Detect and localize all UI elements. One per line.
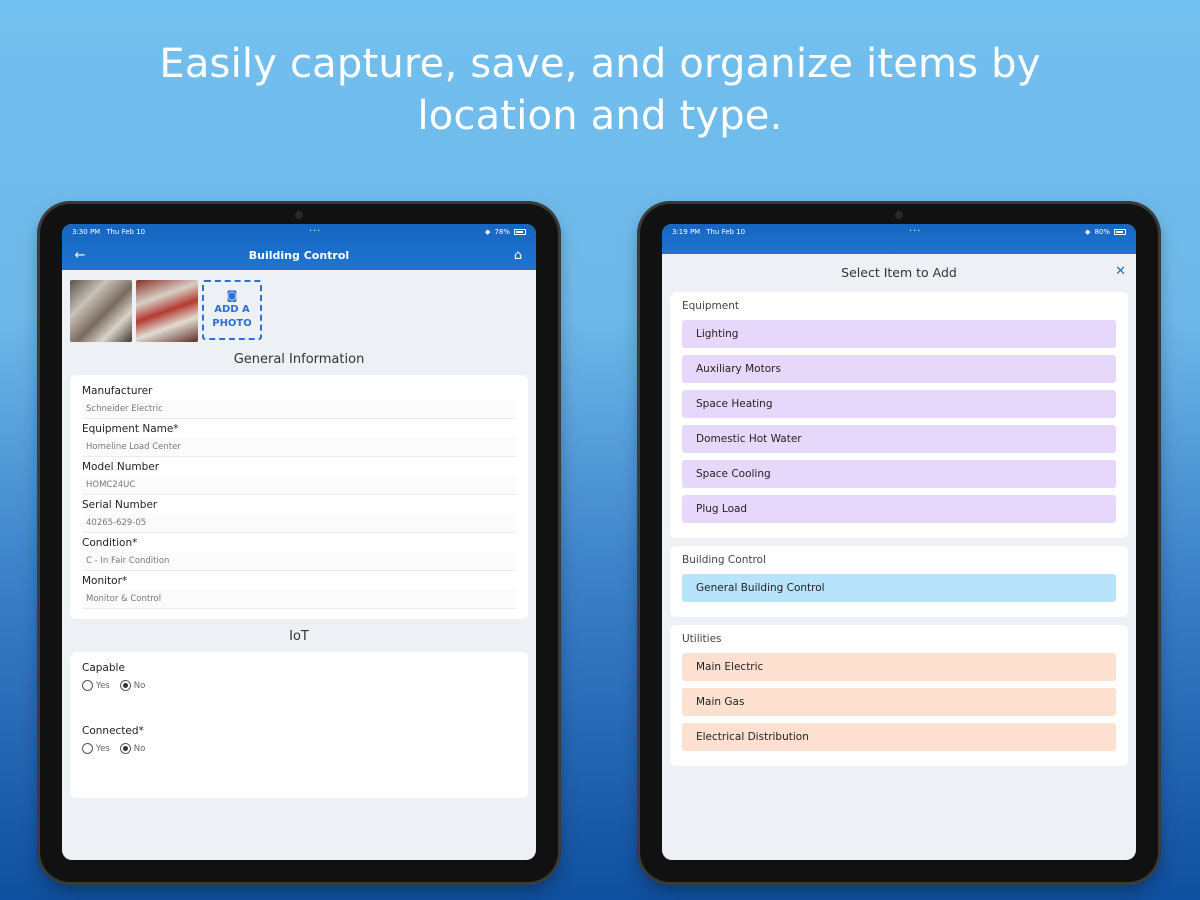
field-label: Monitor* xyxy=(82,575,128,587)
add-photo-line-1: ADD A xyxy=(214,304,250,315)
serial-number-input[interactable]: 40265-629-05 xyxy=(82,514,516,533)
headline-line-2: location and type. xyxy=(417,93,783,139)
top-bar: 3:30 PM Thu Feb 10 ··· ◆ 78% ← Building … xyxy=(62,224,536,270)
item-space-heating[interactable]: Space Heating xyxy=(682,390,1116,418)
battery-percent: 78% xyxy=(494,228,510,236)
radio-label: Yes xyxy=(96,680,110,691)
camera-dot xyxy=(295,211,303,219)
field-label: Manufacturer xyxy=(82,385,153,397)
modal-header: Select Item to Add ✕ xyxy=(662,254,1136,290)
screen-select-item: 3:19 PM Thu Feb 10 ··· ◆ 80% Select Item… xyxy=(662,224,1136,860)
arrow-left-icon[interactable]: ← xyxy=(72,248,88,263)
connected-no-radio[interactable]: No xyxy=(119,743,146,754)
battery-icon xyxy=(514,229,526,235)
photo-thumbnail[interactable] xyxy=(136,280,198,342)
group-title: Equipment xyxy=(682,300,739,312)
nav-bar: ← Building Control ⌂ xyxy=(62,240,536,270)
camera-icon: ◙ xyxy=(226,289,238,302)
multitask-dots-icon[interactable]: ··· xyxy=(909,227,922,237)
add-photo-line-2: PHOTO xyxy=(212,318,252,329)
headline: Easily capture, save, and organize items… xyxy=(0,38,1200,142)
item-general-building-control[interactable]: General Building Control xyxy=(682,574,1116,602)
item-lighting[interactable]: Lighting xyxy=(682,320,1116,348)
field-label: Serial Number xyxy=(82,499,158,511)
wifi-icon: ◆ xyxy=(485,228,491,236)
radio-label: No xyxy=(133,743,146,754)
general-information-title: General Information xyxy=(233,352,365,367)
item-main-electric[interactable]: Main Electric xyxy=(682,653,1116,681)
connected-yes-radio[interactable]: Yes xyxy=(82,743,110,754)
battery-icon xyxy=(1114,229,1126,235)
equipment-name-input[interactable]: Homeline Load Center xyxy=(82,438,516,457)
headline-line-1: Easily capture, save, and organize items… xyxy=(159,41,1041,87)
group-building-control: Building Control General Building Contro… xyxy=(670,546,1128,617)
status-time: 3:30 PM xyxy=(72,228,101,236)
nav-title: Building Control xyxy=(248,248,350,262)
monitor-select[interactable]: Monitor & Control xyxy=(82,590,516,609)
multitask-dots-icon[interactable]: ··· xyxy=(309,227,322,237)
capable-label: Capable xyxy=(82,662,125,674)
status-time: 3:19 PM xyxy=(672,228,701,236)
group-equipment: Equipment Lighting Auxiliary Motors Spac… xyxy=(670,292,1128,538)
field-label: Model Number xyxy=(82,461,160,473)
capable-radio-group: Yes No xyxy=(82,680,516,691)
item-electrical-distribution[interactable]: Electrical Distribution xyxy=(682,723,1116,751)
group-utilities: Utilities Main Electric Main Gas Electri… xyxy=(670,625,1128,766)
field-label: Condition* xyxy=(82,537,138,549)
field-equipment-name: Equipment Name* Homeline Load Center xyxy=(82,423,516,457)
modal-title: Select Item to Add xyxy=(841,264,957,280)
capable-no-radio[interactable]: No xyxy=(119,680,146,691)
field-monitor: Monitor* Monitor & Control xyxy=(82,575,516,609)
close-icon[interactable]: ✕ xyxy=(1115,264,1126,279)
radio-label: No xyxy=(133,680,146,691)
connected-radio-group: Yes No xyxy=(82,743,516,754)
screen-building-control: 3:30 PM Thu Feb 10 ··· ◆ 78% ← Building … xyxy=(62,224,536,860)
battery-percent: 80% xyxy=(1094,228,1110,236)
item-space-cooling[interactable]: Space Cooling xyxy=(682,460,1116,488)
status-date: Thu Feb 10 xyxy=(106,228,146,236)
item-domestic-hot-water[interactable]: Domestic Hot Water xyxy=(682,425,1116,453)
field-model-number: Model Number HOMC24UC xyxy=(82,461,516,495)
manufacturer-input[interactable]: Schneider Electric xyxy=(82,400,516,419)
model-number-input[interactable]: HOMC24UC xyxy=(82,476,516,495)
iot-card: Capable Yes No Connected* Yes No xyxy=(70,652,528,798)
status-bar: 3:19 PM Thu Feb 10 ··· ◆ 80% xyxy=(662,224,1136,240)
field-condition: Condition* C - In Fair Condition xyxy=(82,537,516,571)
item-plug-load[interactable]: Plug Load xyxy=(682,495,1116,523)
field-serial-number: Serial Number 40265-629-05 xyxy=(82,499,516,533)
field-manufacturer: Manufacturer Schneider Electric xyxy=(82,385,516,419)
add-photo-button[interactable]: ◙ ADD A PHOTO xyxy=(202,280,262,340)
photo-strip: ◙ ADD A PHOTO xyxy=(62,270,536,342)
tablet-left: 3:30 PM Thu Feb 10 ··· ◆ 78% ← Building … xyxy=(40,204,558,882)
top-bar: 3:19 PM Thu Feb 10 ··· ◆ 80% xyxy=(662,224,1136,254)
connected-label: Connected* xyxy=(82,725,144,737)
status-bar: 3:30 PM Thu Feb 10 ··· ◆ 78% xyxy=(62,224,536,240)
item-main-gas[interactable]: Main Gas xyxy=(682,688,1116,716)
wifi-icon: ◆ xyxy=(1085,228,1091,236)
field-label: Equipment Name* xyxy=(82,423,179,435)
status-date: Thu Feb 10 xyxy=(706,228,746,236)
radio-label: Yes xyxy=(96,743,110,754)
capable-yes-radio[interactable]: Yes xyxy=(82,680,110,691)
home-icon[interactable]: ⌂ xyxy=(510,248,526,263)
group-title: Building Control xyxy=(682,554,766,566)
general-information-card: Manufacturer Schneider Electric Equipmen… xyxy=(70,375,528,619)
tablet-right: 3:19 PM Thu Feb 10 ··· ◆ 80% Select Item… xyxy=(640,204,1158,882)
group-title: Utilities xyxy=(682,633,722,645)
item-auxiliary-motors[interactable]: Auxiliary Motors xyxy=(682,355,1116,383)
photo-thumbnail[interactable] xyxy=(70,280,132,342)
camera-dot xyxy=(895,211,903,219)
condition-select[interactable]: C - In Fair Condition xyxy=(82,552,516,571)
iot-title: IoT xyxy=(289,629,309,644)
